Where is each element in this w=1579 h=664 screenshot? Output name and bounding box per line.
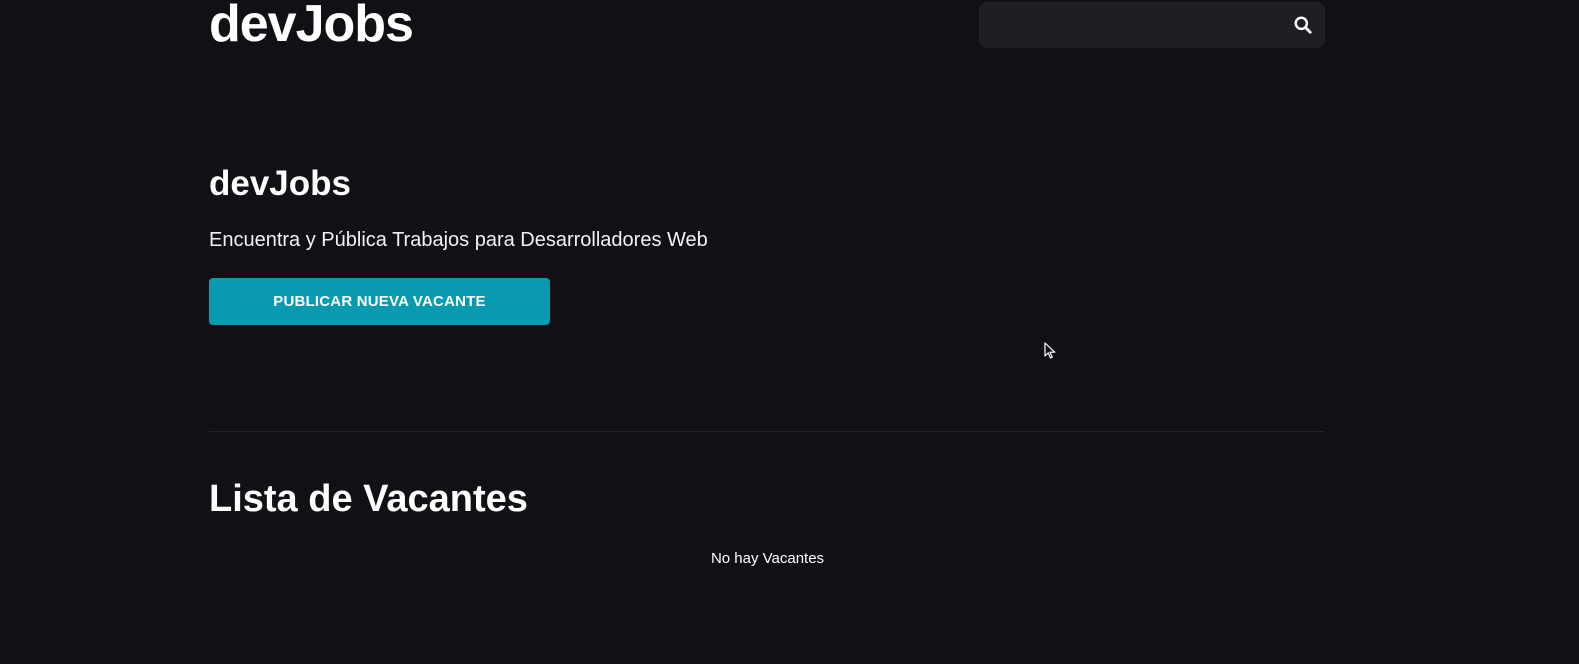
site-header: devJobs (209, 0, 1325, 60)
search-icon[interactable] (1293, 15, 1313, 35)
publish-vacancy-button[interactable]: PUBLICAR NUEVA VACANTE (209, 278, 550, 325)
section-divider (209, 431, 1325, 432)
hero-title: devJobs (209, 164, 351, 203)
empty-vacancies-message: No hay Vacantes (710, 550, 825, 567)
logo[interactable]: devJobs (209, 0, 414, 54)
hero-subtitle: Encuentra y Pública Trabajos para Desarr… (209, 229, 708, 251)
search-input[interactable] (989, 8, 1283, 44)
vacancies-title: Lista de Vacantes (209, 478, 528, 520)
page: devJobs devJobs Encuentra y Pública Trab… (0, 0, 1579, 664)
search-form (979, 2, 1325, 48)
mouse-cursor-icon (1044, 342, 1056, 359)
hero-section: devJobs Encuentra y Pública Trabajos par… (209, 160, 1325, 325)
